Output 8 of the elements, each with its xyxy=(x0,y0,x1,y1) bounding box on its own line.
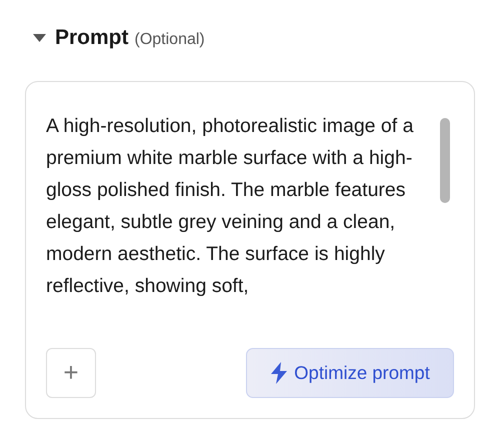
lightning-icon xyxy=(270,362,288,384)
optional-hint: (Optional) xyxy=(134,30,205,50)
collapse-triangle-icon[interactable] xyxy=(33,34,46,42)
section-title: Prompt xyxy=(55,25,128,51)
prompt-field[interactable]: A high-resolution, photorealistic image of a premium white marble surface with a high-gloss polished finish. The marble features elegant, subtle grey veining and a clean, modern aesthetic. The surface is highly reflective, showing soft, xyxy=(46,110,438,342)
add-button[interactable]: + xyxy=(46,348,96,398)
scrollbar-thumb[interactable] xyxy=(440,118,450,202)
optimize-prompt-button[interactable]: Optimize prompt xyxy=(246,348,454,398)
